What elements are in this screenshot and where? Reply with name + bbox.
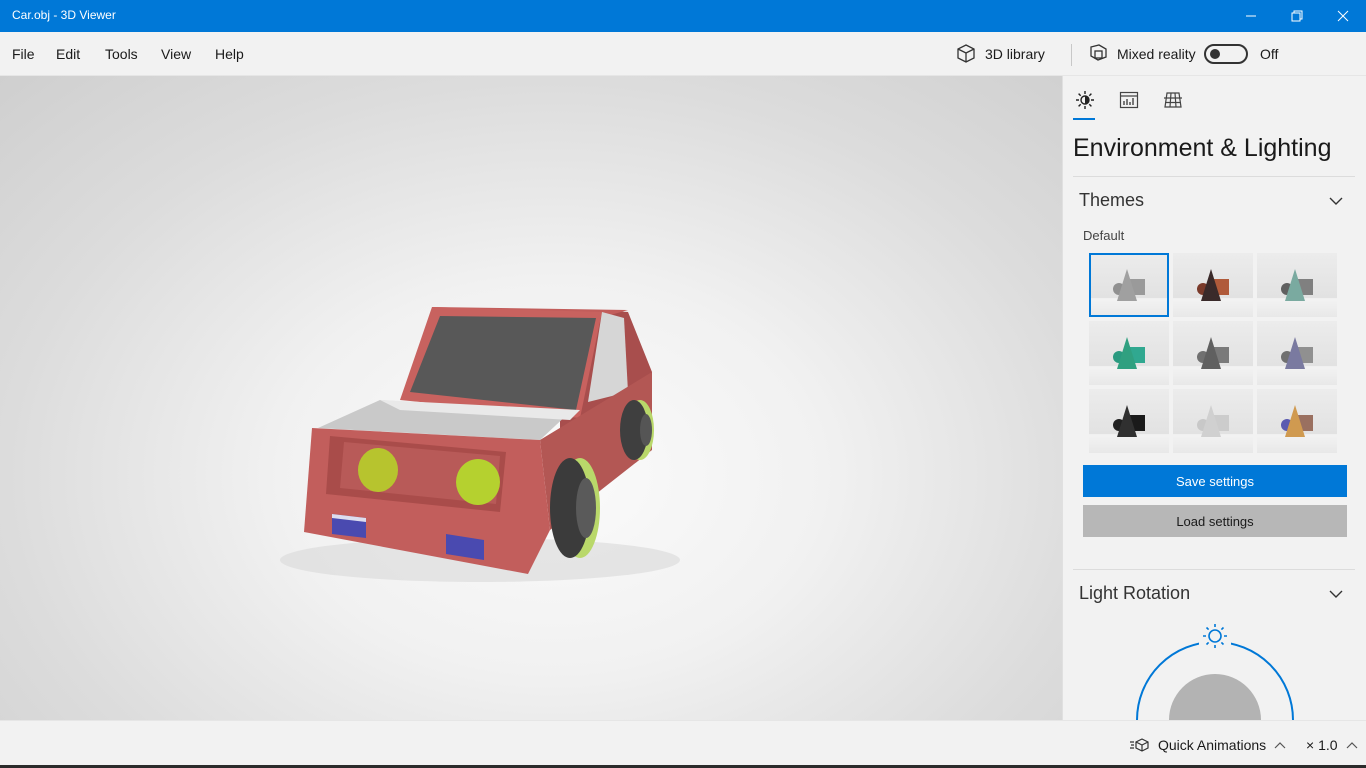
theme-preview-icon (1281, 337, 1313, 369)
close-button[interactable] (1320, 0, 1366, 32)
menu-divider (1071, 44, 1072, 66)
theme-preview-icon (1281, 405, 1313, 437)
save-settings-button[interactable]: Save settings (1083, 465, 1347, 497)
panel-title: Environment & Lighting (1073, 134, 1332, 162)
selected-theme-label: Default (1083, 228, 1125, 243)
quick-animations-button[interactable]: Quick Animations (1130, 737, 1286, 753)
sun-icon (1076, 91, 1094, 109)
grid-icon (1164, 92, 1182, 108)
theme-option[interactable] (1257, 389, 1337, 453)
mixed-reality-state: Off (1260, 46, 1279, 62)
section-separator (1073, 569, 1355, 570)
light-rotation-dial[interactable] (1133, 616, 1297, 720)
3d-library-label: 3D library (985, 46, 1045, 62)
minimize-icon (1246, 15, 1256, 17)
menu-tools[interactable]: Tools (105, 46, 138, 62)
mixed-reality-label: Mixed reality (1117, 46, 1196, 62)
menu-help[interactable]: Help (215, 46, 244, 62)
theme-preview-icon (1197, 405, 1229, 437)
status-bar: Quick Animations × 1.0 (0, 720, 1366, 768)
stats-icon (1119, 91, 1139, 109)
3d-library-button[interactable]: 3D library (955, 42, 1045, 66)
theme-preview-icon (1197, 269, 1229, 301)
restore-button[interactable] (1274, 0, 1320, 32)
mixed-reality-toggle[interactable] (1204, 44, 1248, 64)
theme-preview-icon (1281, 269, 1313, 301)
toggle-knob (1210, 49, 1220, 59)
theme-option[interactable] (1089, 389, 1169, 453)
mixed-reality-button[interactable]: Mixed reality (1087, 42, 1196, 66)
chevron-down-icon[interactable] (1329, 589, 1343, 599)
tab-stats[interactable] (1117, 88, 1141, 112)
3d-viewport[interactable] (0, 76, 1062, 720)
animation-icon (1130, 738, 1149, 752)
menu-file[interactable]: File (12, 46, 35, 62)
tab-environment[interactable] (1073, 88, 1097, 112)
light-rotation-heading[interactable]: Light Rotation (1079, 583, 1190, 604)
speed-value: × 1.0 (1306, 737, 1338, 753)
theme-option[interactable] (1089, 321, 1169, 385)
speed-control[interactable]: × 1.0 (1306, 737, 1358, 753)
menu-bar: File Edit Tools View Help 3D library Mix… (0, 32, 1366, 76)
theme-grid (1089, 253, 1337, 453)
close-icon (1337, 10, 1349, 22)
window-title: Car.obj - 3D Viewer (12, 8, 116, 22)
restore-icon (1291, 10, 1303, 22)
car-model[interactable] (0, 76, 1062, 720)
chevron-up-icon[interactable] (1346, 741, 1358, 749)
theme-preview-icon (1113, 405, 1145, 437)
title-separator (1073, 176, 1355, 177)
load-settings-button[interactable]: Load settings (1083, 505, 1347, 537)
chevron-up-icon[interactable] (1274, 741, 1286, 749)
chevron-down-icon[interactable] (1329, 196, 1343, 206)
theme-preview-icon (1113, 269, 1145, 301)
theme-option[interactable] (1257, 253, 1337, 317)
theme-preview-icon (1197, 337, 1229, 369)
theme-option[interactable] (1173, 389, 1253, 453)
mixed-reality-icon (1090, 44, 1107, 61)
tab-grid[interactable] (1161, 88, 1185, 112)
title-bar: Car.obj - 3D Viewer (0, 0, 1366, 32)
theme-option[interactable] (1173, 321, 1253, 385)
theme-option[interactable] (1257, 321, 1337, 385)
minimize-button[interactable] (1228, 0, 1274, 32)
menu-view[interactable]: View (161, 46, 191, 62)
menu-edit[interactable]: Edit (56, 46, 80, 62)
quick-animations-label: Quick Animations (1158, 737, 1267, 753)
side-panel: Environment & Lighting Themes Default Sa… (1062, 76, 1366, 720)
theme-option[interactable] (1173, 253, 1253, 317)
theme-preview-icon (1113, 337, 1145, 369)
cube-icon (957, 44, 975, 63)
themes-heading[interactable]: Themes (1079, 190, 1144, 211)
tab-indicator (1073, 118, 1095, 120)
theme-option[interactable] (1089, 253, 1169, 317)
